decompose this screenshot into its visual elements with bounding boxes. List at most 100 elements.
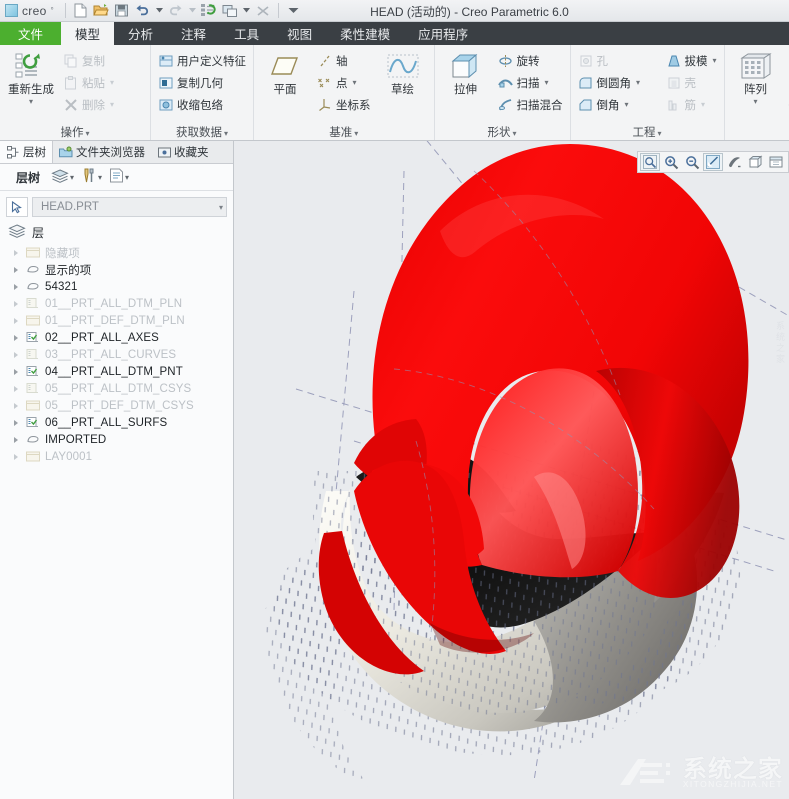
tree-row-05-prt-all-dtm-csys[interactable]: 05__PRT_ALL_DTM_CSYS: [0, 380, 233, 397]
chamfer-button[interactable]: 倒角 ▾: [575, 94, 661, 115]
chevron-down-icon[interactable]: ▾: [636, 78, 640, 87]
pattern-button[interactable]: 阵列 ▾: [729, 48, 783, 106]
ribbon-group-operations-title[interactable]: 操作 ▾: [4, 125, 146, 140]
zoom-in-button[interactable]: [661, 153, 681, 171]
tree-settings-button[interactable]: ▾: [107, 166, 131, 188]
paste-button[interactable]: 粘贴 ▾: [60, 72, 146, 93]
mirror-button[interactable]: 镜像: [785, 50, 789, 71]
tab-applications[interactable]: 应用程序: [404, 22, 482, 45]
window-switch-dropdown[interactable]: [241, 1, 252, 20]
creo-logo[interactable]: creo °: [0, 0, 61, 22]
tree-row-02-prt-all-axes[interactable]: 02__PRT_ALL_AXES: [0, 329, 233, 346]
ribbon-group-datum-title[interactable]: 基准 ▾: [258, 125, 430, 140]
tree-row-54321[interactable]: 54321: [0, 278, 233, 295]
chevron-down-icon[interactable]: ▾: [658, 129, 662, 138]
expand-arrow-icon[interactable]: [14, 249, 18, 256]
tree-row-01-prt-def-dtm-pln[interactable]: 01__PRT_DEF_DTM_PLN: [0, 312, 233, 329]
ribbon-group-shapes-title[interactable]: 形状 ▾: [439, 125, 566, 140]
chevron-down-icon[interactable]: ▾: [713, 56, 717, 65]
tree-row-lay0001[interactable]: LAY0001: [0, 448, 233, 465]
shell-button[interactable]: 壳: [663, 72, 720, 93]
chevron-down-icon[interactable]: ▾: [110, 78, 114, 87]
tree-row-05-prt-def-dtm-csys[interactable]: 05__PRT_DEF_DTM_CSYS: [0, 397, 233, 414]
tree-row-01-prt-all-dtm-pln[interactable]: 01__PRT_ALL_DTM_PLN: [0, 295, 233, 312]
draft-button[interactable]: 拔模 ▾: [663, 50, 720, 71]
tab-annotate[interactable]: 注释: [167, 22, 220, 45]
tab-flexible-modeling[interactable]: 柔性建模: [326, 22, 404, 45]
expand-arrow-icon[interactable]: [14, 453, 18, 460]
datum-point-button[interactable]: 点 ▾: [314, 72, 374, 93]
datum-plane-button[interactable]: 平面: [258, 48, 312, 97]
regenerate-model-button[interactable]: 重新生成 ▾: [4, 48, 58, 106]
chevron-down-icon[interactable]: ▾: [625, 100, 629, 109]
model-viewport[interactable]: [234, 141, 789, 799]
chevron-down-icon[interactable]: ▾: [125, 173, 129, 182]
sweep-button[interactable]: 扫描 ▾: [495, 72, 566, 93]
chevron-down-icon[interactable]: ▾: [85, 129, 89, 138]
tree-row-hidden-items[interactable]: 隐藏项: [0, 244, 233, 261]
regenerate-button[interactable]: [199, 1, 219, 20]
ribbon-group-editing-title[interactable]: 编辑▾: [729, 125, 789, 140]
udf-button[interactable]: 用户定义特征: [155, 50, 249, 71]
expand-arrow-icon[interactable]: [14, 368, 18, 375]
tab-analysis[interactable]: 分析: [114, 22, 167, 45]
tree-row-04-prt-all-dtm-pnt[interactable]: 04__PRT_ALL_DTM_PNT: [0, 363, 233, 380]
graphics-window[interactable]: 系统之家 系统之家 XITONGZHIJIA.NET: [234, 141, 789, 799]
open-file-button[interactable]: [91, 1, 111, 20]
datum-csys-button[interactable]: 坐标系: [314, 94, 374, 115]
nav-tab-favorites[interactable]: 收藏夹: [151, 141, 215, 163]
copy-geometry-button[interactable]: 复制几何: [155, 72, 249, 93]
tree-row-03-prt-all-curves[interactable]: 03__PRT_ALL_CURVES: [0, 346, 233, 363]
expand-arrow-icon[interactable]: [14, 317, 18, 324]
ribbon-group-engineering-title[interactable]: 工程 ▾: [575, 125, 720, 140]
extrude-button[interactable]: 拉伸: [439, 48, 493, 97]
undo-dropdown[interactable]: [154, 1, 165, 20]
expand-arrow-icon[interactable]: [14, 300, 18, 307]
copy-button[interactable]: 复制: [60, 50, 146, 71]
expand-arrow-icon[interactable]: [14, 402, 18, 409]
expand-arrow-icon[interactable]: [14, 266, 18, 273]
redo-button[interactable]: [166, 1, 186, 20]
chevron-down-icon[interactable]: ▾: [70, 173, 74, 182]
repaint-button[interactable]: [703, 153, 723, 171]
spin-center-button[interactable]: [724, 153, 744, 171]
save-button[interactable]: [112, 1, 132, 20]
shrinkwrap-button[interactable]: 收缩包络: [155, 94, 249, 115]
trim-button[interactable]: 修剪: [785, 72, 789, 93]
tab-model[interactable]: 模型: [61, 22, 115, 45]
chevron-down-icon[interactable]: ▾: [754, 97, 758, 106]
hole-button[interactable]: 孔: [575, 50, 661, 71]
expand-arrow-icon[interactable]: [14, 419, 18, 426]
nav-tab-layer-tree[interactable]: 层树: [0, 141, 53, 163]
sweep-blend-button[interactable]: 扫描混合: [495, 94, 566, 115]
tab-file[interactable]: 文件: [0, 22, 62, 45]
nav-tab-folder-browser[interactable]: 文件夹浏览器: [53, 141, 151, 163]
close-window-button[interactable]: [253, 1, 273, 20]
chevron-down-icon[interactable]: ▾: [224, 129, 228, 138]
layer-filter-input[interactable]: HEAD.PRT ▾: [32, 197, 227, 217]
expand-arrow-icon[interactable]: [14, 351, 18, 358]
zoom-to-fit-button[interactable]: [640, 153, 660, 171]
new-file-button[interactable]: [70, 1, 90, 20]
chevron-down-icon[interactable]: ▾: [354, 129, 358, 138]
tab-tools[interactable]: 工具: [220, 22, 273, 45]
tree-filter-button[interactable]: ▾: [79, 166, 104, 188]
chevron-down-icon[interactable]: ▾: [219, 203, 223, 212]
saved-views-button[interactable]: [766, 153, 786, 171]
expand-arrow-icon[interactable]: [14, 283, 18, 290]
merge-button[interactable]: 合并: [785, 94, 789, 115]
revolve-button[interactable]: 旋转: [495, 50, 566, 71]
redo-dropdown[interactable]: [187, 1, 198, 20]
rib-button[interactable]: 筋 ▾: [663, 94, 720, 115]
chevron-down-icon[interactable]: ▾: [512, 129, 516, 138]
chevron-down-icon[interactable]: ▾: [701, 100, 705, 109]
chevron-down-icon[interactable]: ▾: [110, 100, 114, 109]
chevron-down-icon[interactable]: ▾: [98, 173, 102, 182]
qat-overflow-button[interactable]: [284, 1, 304, 20]
layers-display-button[interactable]: ▾: [49, 167, 76, 188]
tab-view[interactable]: 视图: [273, 22, 326, 45]
undo-button[interactable]: [133, 1, 153, 20]
datum-axis-button[interactable]: 轴: [314, 50, 374, 71]
expand-arrow-icon[interactable]: [14, 385, 18, 392]
delete-button[interactable]: 删除 ▾: [60, 94, 146, 115]
